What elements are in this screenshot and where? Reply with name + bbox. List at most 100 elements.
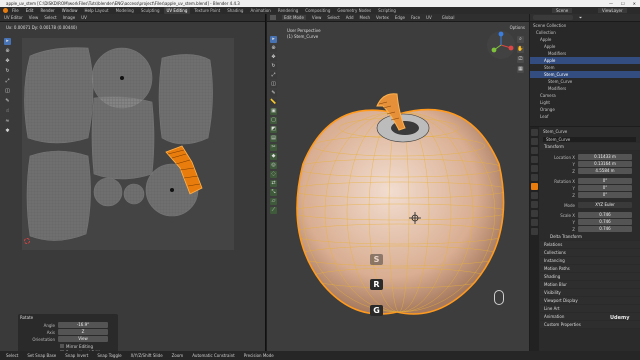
outliner-row[interactable]: Stem_Curve	[530, 78, 640, 85]
viewport-menu-add[interactable]: Add	[346, 15, 354, 20]
grid-view-icon[interactable]: ▦	[517, 66, 524, 73]
pan-icon[interactable]: ✋	[517, 46, 524, 53]
line-art-panel-header[interactable]: Line Art	[540, 305, 640, 313]
tab-compositing[interactable]: Compositing	[302, 7, 333, 14]
outliner-row-active[interactable]: Stem_Curve	[530, 71, 640, 78]
outliner-row[interactable]: Modifiers	[530, 50, 640, 57]
cursor-icon[interactable]: ⊕	[270, 45, 277, 52]
pinch-icon[interactable]: ✱	[4, 128, 11, 135]
relax-icon[interactable]: ≈	[4, 118, 11, 125]
outliner-row[interactable]: Camera	[530, 92, 640, 99]
tab-sculpting[interactable]: Sculpting	[138, 7, 163, 14]
constraints-tab-icon[interactable]	[531, 210, 538, 217]
scene-tab-icon[interactable]	[531, 165, 538, 172]
shear-icon[interactable]: ▱	[270, 198, 277, 205]
viewport-display-panel-header[interactable]: Viewport Display	[540, 297, 640, 305]
rip-icon[interactable]: ⟋	[270, 207, 277, 214]
transform-icon[interactable]: ◫	[4, 88, 11, 95]
transform-panel-header[interactable]: Transform	[540, 143, 640, 151]
uv-menu-uv[interactable]: UV	[81, 15, 87, 20]
viewport-menu-select[interactable]: Select	[327, 15, 339, 20]
filter-icon[interactable]: ⏷	[579, 15, 582, 20]
viewport-menu-uv[interactable]: UV	[426, 15, 432, 20]
instancing-panel-header[interactable]: Instancing	[540, 257, 640, 265]
loop-cut-icon[interactable]: ▤	[270, 135, 277, 142]
rotate-icon[interactable]: ↻	[4, 68, 11, 75]
uv-editor-type-menu[interactable]: UV Editor	[4, 15, 23, 20]
render-tab-icon[interactable]	[531, 138, 538, 145]
delta-transform-panel-header[interactable]: Delta Transform	[540, 233, 640, 241]
move-icon[interactable]: ✥	[4, 58, 11, 65]
measure-icon[interactable]: 📏	[270, 99, 277, 106]
editor-type-icon[interactable]	[270, 15, 276, 20]
operator-panel-title[interactable]: Rotate	[20, 315, 116, 321]
zoom-icon[interactable]: ⌕	[517, 36, 524, 43]
custom-properties-panel-header[interactable]: Custom Properties	[540, 321, 640, 329]
collections-panel-header[interactable]: Collections	[540, 249, 640, 257]
viewport-menu-view[interactable]: View	[312, 15, 322, 20]
outliner-row[interactable]: Scene Collection	[530, 22, 640, 29]
modifier-tab-icon[interactable]	[531, 192, 538, 199]
outliner-row[interactable]: Apple	[530, 43, 640, 50]
outliner-row[interactable]: Modifiers	[530, 85, 640, 92]
select-box-icon[interactable]: ▸	[270, 36, 277, 43]
knife-icon[interactable]: ✂	[270, 144, 277, 151]
move-icon[interactable]: ✥	[270, 54, 277, 61]
tab-geometry-nodes[interactable]: Geometry Nodes	[334, 7, 374, 14]
camera-view-icon[interactable]: ⎚	[517, 56, 524, 63]
minimize-button[interactable]: —	[609, 1, 613, 6]
outliner-row-selected[interactable]: Apple	[530, 57, 640, 64]
tab-scripting[interactable]: Scripting	[375, 7, 399, 14]
tab-shading[interactable]: Shading	[224, 7, 246, 14]
tool-tab-icon[interactable]	[531, 129, 538, 136]
edge-slide-icon[interactable]: ⇄	[270, 180, 277, 187]
poly-build-icon[interactable]: ◆	[270, 153, 277, 160]
outliner-row[interactable]: Stem	[530, 64, 640, 71]
annotate-icon[interactable]: ✎	[270, 90, 277, 97]
menu-file[interactable]: File	[12, 8, 19, 13]
tab-modeling[interactable]: Modeling	[113, 7, 137, 14]
world-tab-icon[interactable]	[531, 174, 538, 181]
tab-uv-editing[interactable]: UV Editing	[163, 7, 191, 14]
orientation-select[interactable]: View	[58, 336, 108, 342]
outliner-row[interactable]: Light	[530, 99, 640, 106]
motion-blur-panel-header[interactable]: Motion Blur	[540, 281, 640, 289]
object-tab-icon[interactable]	[531, 183, 538, 190]
tab-layout[interactable]: Layout	[92, 7, 112, 14]
viewport-menu-vertex[interactable]: Vertex	[376, 15, 389, 20]
uv-menu-image[interactable]: Image	[63, 15, 76, 20]
uv-canvas[interactable]	[22, 38, 234, 250]
cursor-icon[interactable]: ⊕	[4, 48, 11, 55]
output-tab-icon[interactable]	[531, 147, 538, 154]
viewport-menu-edge[interactable]: Edge	[395, 15, 405, 20]
material-tab-icon[interactable]	[531, 228, 538, 235]
motion-paths-panel-header[interactable]: Motion Paths	[540, 265, 640, 273]
extrude-icon[interactable]: ▣	[270, 108, 277, 115]
viewport-menu-face[interactable]: Face	[411, 15, 420, 20]
physics-tab-icon[interactable]	[531, 201, 538, 208]
grab-icon[interactable]: ☝	[4, 108, 11, 115]
maximize-button[interactable]: ☐	[621, 1, 625, 6]
spin-icon[interactable]: ◎	[270, 162, 277, 169]
tab-animation[interactable]: Animation	[247, 7, 273, 14]
menu-window[interactable]: Window	[62, 8, 78, 13]
shading-panel-header[interactable]: Shading	[540, 273, 640, 281]
tab-rendering[interactable]: Rendering	[275, 7, 301, 14]
bevel-icon[interactable]: ◩	[270, 126, 277, 133]
menu-render[interactable]: Render	[40, 8, 54, 13]
scale-icon[interactable]: ⤢	[4, 78, 11, 85]
angle-input[interactable]: -16.9°	[58, 322, 108, 328]
object-name-field[interactable]: Stem_Curve	[543, 136, 636, 142]
visibility-panel-header[interactable]: Visibility	[540, 289, 640, 297]
select-box-icon[interactable]: ▸	[4, 38, 11, 45]
viewport-menu-mesh[interactable]: Mesh	[360, 15, 371, 20]
outliner-search-icon[interactable]	[533, 15, 573, 20]
transform-icon[interactable]: ◫	[270, 81, 277, 88]
relations-panel-header[interactable]: Relations	[540, 241, 640, 249]
close-button[interactable]: ✕	[633, 1, 636, 6]
scene-selector[interactable]: Scene	[552, 8, 573, 13]
outliner-row[interactable]: Leaf	[530, 113, 640, 120]
uv-menu-view[interactable]: View	[29, 15, 39, 20]
smooth-icon[interactable]: ◌	[270, 171, 277, 178]
menu-edit[interactable]: Edit	[26, 8, 34, 13]
